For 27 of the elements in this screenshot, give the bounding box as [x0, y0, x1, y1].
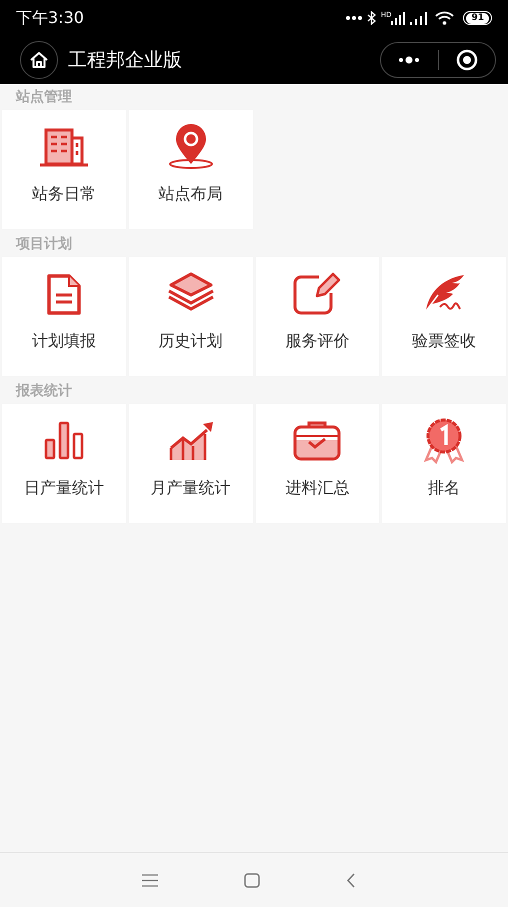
home-square-icon[interactable]	[244, 872, 260, 888]
signal-icon	[391, 12, 406, 24]
status-time: 下午3:30	[16, 7, 84, 29]
battery-indicator: 91	[463, 11, 492, 25]
section-title: 报表统计	[16, 382, 72, 400]
menu-tile[interactable]: 站务日常	[2, 110, 126, 229]
home-icon	[29, 51, 49, 69]
bluetooth-icon	[366, 11, 376, 25]
menu-tile[interactable]: 验票签收	[382, 257, 506, 376]
menu-tile[interactable]: 历史计划	[128, 257, 252, 376]
menu-tile[interactable]: 计划填报	[2, 257, 126, 376]
section-title: 项目计划	[16, 234, 72, 254]
home-button[interactable]	[20, 41, 58, 79]
menu-tile[interactable]: 排名	[382, 404, 506, 523]
app-title: 工程邦企业版	[68, 48, 182, 73]
menu-tile[interactable]: 月产量统计	[128, 404, 252, 523]
wifi-icon	[435, 11, 454, 25]
menu-tile[interactable]: 站点布局	[128, 110, 252, 229]
menu-icon[interactable]	[142, 874, 158, 886]
target-icon	[456, 49, 478, 71]
more-dots-icon	[346, 15, 362, 21]
more-icon	[398, 56, 420, 64]
menu-tile[interactable]: 日产量统计	[2, 404, 126, 523]
menu-tile[interactable]: 进料汇总	[256, 404, 380, 523]
section-title: 站点管理	[16, 88, 72, 106]
back-icon[interactable]	[346, 872, 356, 888]
menu-tile[interactable]: 服务评价	[256, 257, 380, 376]
